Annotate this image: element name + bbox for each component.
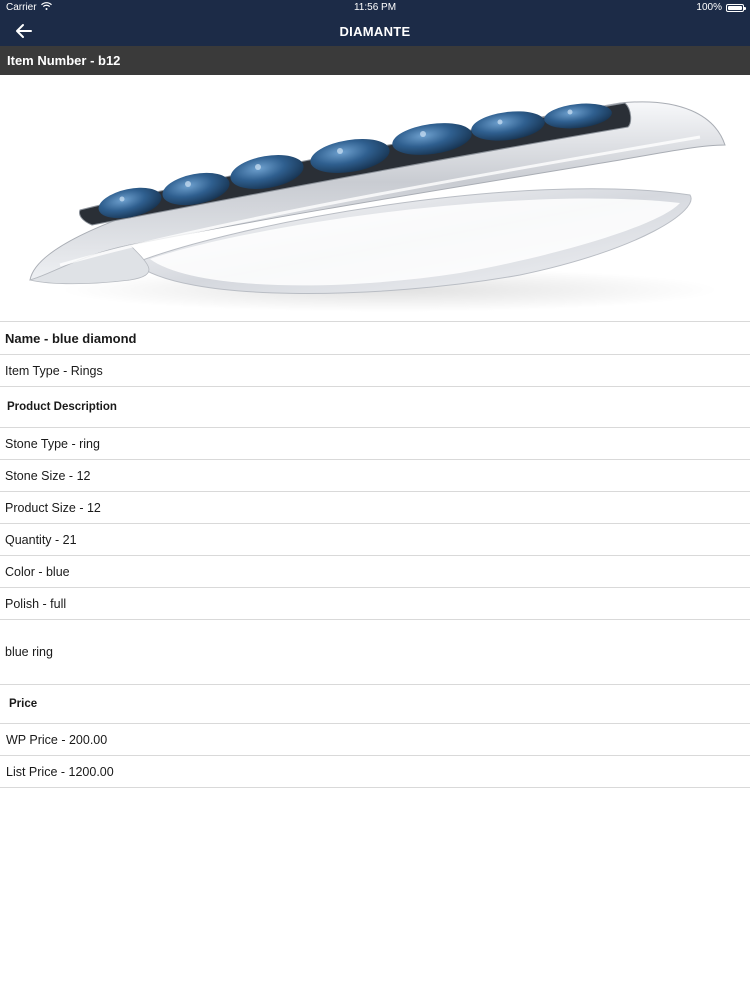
battery-percent: 100% <box>696 2 722 13</box>
stone-type: Stone Type - ring <box>0 427 750 459</box>
product-description-text: blue ring <box>0 619 750 684</box>
battery-icon <box>726 3 746 12</box>
ring-product-image <box>29 101 726 312</box>
status-right: 100% <box>696 2 746 13</box>
status-bar: Carrier 11:56 PM 100% <box>0 0 750 16</box>
product-image <box>0 75 750 321</box>
product-description-heading: Product Description <box>0 386 750 427</box>
price-heading: Price <box>0 684 750 723</box>
list-price: List Price - 1200.00 <box>0 755 750 788</box>
stone-size: Stone Size - 12 <box>0 459 750 491</box>
item-type: Item Type - Rings <box>0 354 750 386</box>
polish: Polish - full <box>0 587 750 619</box>
product-name: Name - blue diamond <box>0 321 750 354</box>
wp-price: WP Price - 200.00 <box>0 723 750 755</box>
product-details-list: Name - blue diamond Item Type - Rings Pr… <box>0 321 750 788</box>
product-size: Product Size - 12 <box>0 491 750 523</box>
quantity: Quantity - 21 <box>0 523 750 555</box>
item-number-header: Item Number - b12 <box>0 46 750 75</box>
status-time: 11:56 PM <box>353 2 397 13</box>
color: Color - blue <box>0 555 750 587</box>
nav-bar: Carrier 11:56 PM 100% DIAMANTE <box>0 0 750 46</box>
page-title: DIAMANTE <box>339 24 411 39</box>
